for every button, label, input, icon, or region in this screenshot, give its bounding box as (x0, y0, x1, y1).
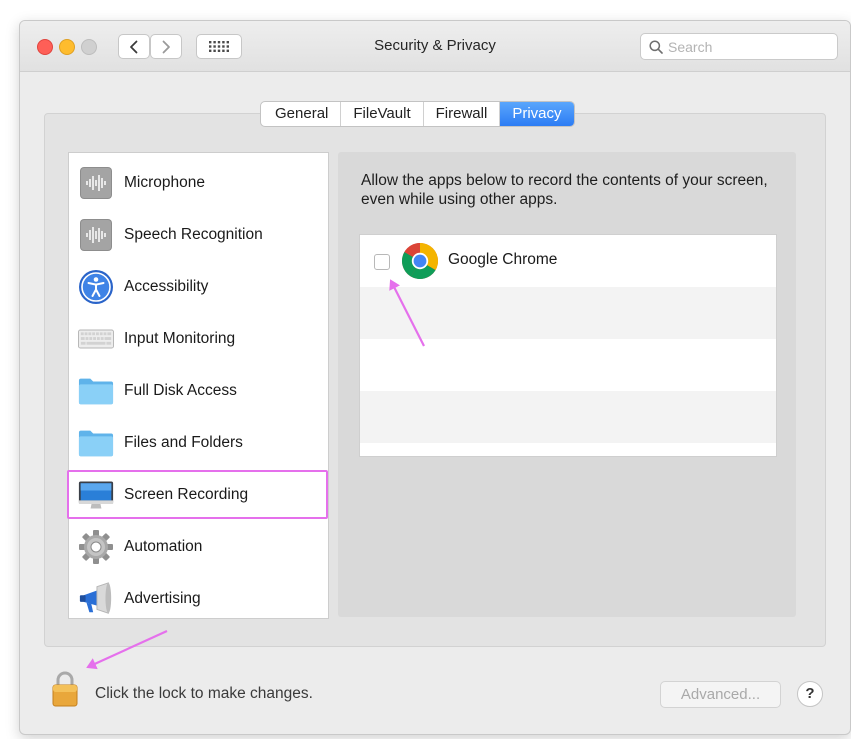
tab-firewall[interactable]: Firewall (424, 102, 501, 126)
sidebar-item-automation[interactable]: Automation (69, 521, 328, 573)
annotation-highlight-box (67, 470, 328, 519)
sidebar-item-advertising[interactable]: Advertising (69, 573, 328, 618)
tab-privacy[interactable]: Privacy (500, 102, 574, 126)
sidebar-item-label: Input Monitoring (124, 330, 236, 347)
microphone-icon (78, 165, 114, 201)
sidebar-item-label: Microphone (124, 174, 205, 191)
folder-icon (78, 373, 114, 409)
speech-recognition-icon (78, 217, 114, 253)
sidebar-item-full-disk-access[interactable]: Full Disk Access (69, 365, 328, 417)
search-field[interactable] (640, 33, 838, 60)
sidebar-item-label: Advertising (124, 590, 201, 607)
lock-icon[interactable] (50, 669, 80, 709)
megaphone-icon (78, 581, 114, 617)
screen-recording-description: Allow the apps below to record the conte… (361, 172, 768, 208)
sidebar-item-label: Automation (124, 538, 203, 555)
privacy-category-list[interactable]: Microphone Speech Recognition Accessibil… (68, 152, 329, 619)
keyboard-icon (78, 321, 114, 357)
empty-row (360, 339, 776, 391)
security-privacy-window: Security & Privacy General FileVault Fir… (19, 20, 851, 735)
search-icon (649, 39, 663, 54)
app-checkbox[interactable] (374, 254, 390, 270)
folder-icon (78, 425, 114, 461)
sidebar-item-label: Speech Recognition (124, 226, 263, 243)
search-input[interactable] (668, 38, 828, 55)
app-list[interactable]: Google Chrome (359, 234, 777, 457)
empty-row (360, 391, 776, 443)
sidebar-item-label: Files and Folders (124, 434, 243, 451)
sidebar-item-label: Accessibility (124, 278, 209, 295)
chrome-icon (401, 243, 439, 280)
accessibility-icon (78, 269, 114, 305)
help-button[interactable]: ? (797, 681, 823, 707)
sidebar-item-input-monitoring[interactable]: Input Monitoring (69, 313, 328, 365)
app-name: Google Chrome (448, 251, 558, 268)
sidebar-item-speech-recognition[interactable]: Speech Recognition (69, 209, 328, 261)
list-item[interactable]: Google Chrome (360, 235, 776, 287)
gear-icon (78, 529, 114, 565)
tab-filevault[interactable]: FileVault (341, 102, 424, 126)
lock-hint-text: Click the lock to make changes. (95, 685, 313, 702)
sidebar-item-accessibility[interactable]: Accessibility (69, 261, 328, 313)
sidebar-item-microphone[interactable]: Microphone (69, 157, 328, 209)
empty-row (360, 287, 776, 339)
advanced-button[interactable]: Advanced... (660, 681, 781, 708)
title-bar: Security & Privacy (20, 21, 850, 72)
sidebar-item-files-and-folders[interactable]: Files and Folders (69, 417, 328, 469)
sidebar-item-label: Full Disk Access (124, 382, 237, 399)
tab-bar: General FileVault Firewall Privacy (260, 101, 575, 127)
tab-general[interactable]: General (261, 102, 342, 126)
